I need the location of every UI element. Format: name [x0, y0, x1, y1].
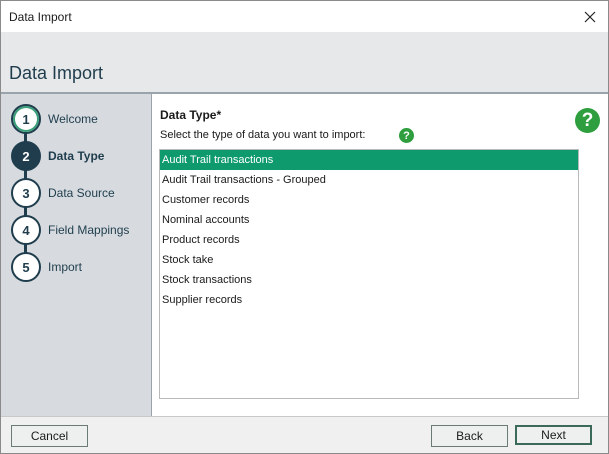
window-title: Data Import: [9, 10, 72, 24]
step-number: 5: [11, 252, 41, 282]
list-item[interactable]: Stock take: [160, 250, 578, 270]
step-import[interactable]: 5 Import: [11, 252, 147, 282]
list-item[interactable]: Nominal accounts: [160, 210, 578, 230]
list-item[interactable]: Audit Trail transactions: [160, 150, 578, 170]
step-label: Import: [48, 260, 83, 274]
help-icon[interactable]: ?: [399, 128, 414, 143]
data-type-list[interactable]: Audit Trail transactions Audit Trail tra…: [159, 149, 579, 399]
step-number: 3: [11, 178, 41, 208]
close-icon[interactable]: [576, 3, 604, 30]
page-title: Data Import: [9, 63, 104, 83]
step-number: 4: [11, 215, 41, 245]
step-label: Field Mappings: [48, 223, 130, 237]
next-button[interactable]: Next: [515, 425, 592, 445]
list-item[interactable]: Audit Trail transactions - Grouped: [160, 170, 578, 190]
step-label: Data Type: [48, 149, 105, 163]
step-data-type[interactable]: 2 Data Type: [11, 141, 147, 171]
title-bar: Data Import: [1, 1, 608, 32]
step-welcome[interactable]: 1 Welcome: [11, 104, 147, 134]
wizard-steps: 1 Welcome 2 Data Type 3 Data Source 4 Fi…: [1, 94, 152, 416]
back-button[interactable]: Back: [431, 425, 508, 447]
footer-bar: Cancel Back Next: [1, 416, 608, 453]
list-item[interactable]: Customer records: [160, 190, 578, 210]
step-field-mappings[interactable]: 4 Field Mappings: [11, 215, 147, 245]
list-item[interactable]: Stock transactions: [160, 270, 578, 290]
step-number: 1: [11, 104, 41, 134]
data-import-window: Data Import Data Import 1 Welcome 2 Data…: [0, 0, 609, 454]
section-title: Data Type*: [160, 108, 222, 122]
content-panel: Data Type* Select the type of data you w…: [152, 94, 608, 416]
list-item[interactable]: Supplier records: [160, 290, 578, 310]
step-number: 2: [11, 141, 41, 171]
prompt-text: Select the type of data you want to impo…: [160, 129, 366, 141]
help-icon[interactable]: ?: [575, 108, 600, 133]
page-header: Data Import: [1, 32, 608, 94]
step-data-source[interactable]: 3 Data Source: [11, 178, 147, 208]
step-label: Welcome: [48, 112, 98, 126]
step-label: Data Source: [48, 186, 115, 200]
list-item[interactable]: Product records: [160, 230, 578, 250]
cancel-button[interactable]: Cancel: [11, 425, 88, 447]
